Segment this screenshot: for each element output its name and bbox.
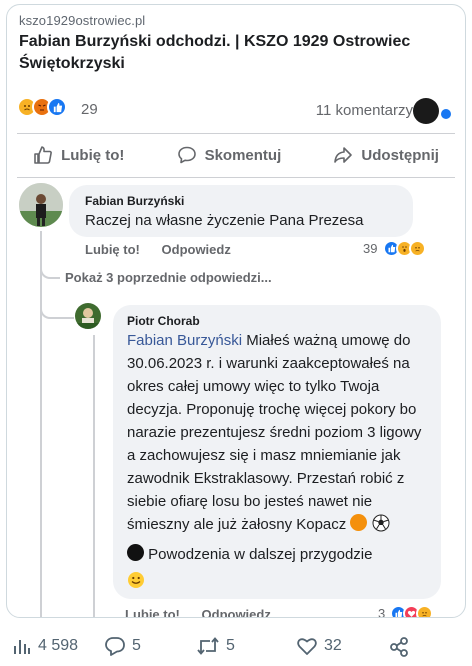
share-arrow-icon	[334, 147, 353, 163]
chevron-down-icon[interactable]	[441, 109, 451, 119]
post-actions: Lubię to! Skomentuj Udostępnij	[7, 137, 465, 173]
comment-body-2: Powodzenia w dalszej przygodzie	[127, 543, 427, 566]
comment-like-button[interactable]: Lubię to!	[125, 607, 180, 617]
like-count: 32	[324, 637, 342, 654]
avatar[interactable]	[75, 303, 101, 329]
facebook-post-screenshot: kszo1929ostrowiec.pl Fabian Burzyński od…	[6, 4, 466, 618]
like-reaction-icon	[47, 97, 67, 117]
divider	[17, 133, 455, 134]
bar-chart-icon	[14, 640, 30, 654]
avatar[interactable]	[19, 183, 63, 227]
thread-line	[40, 231, 42, 617]
viewer-avatar[interactable]	[413, 98, 439, 124]
comment-body: Fabian Burzyński Miałeś ważną umowę do 3…	[127, 329, 427, 539]
sad-reaction-icon	[409, 240, 427, 257]
reply-bubble-icon	[105, 637, 125, 656]
repost-stat[interactable]: 5	[196, 636, 235, 656]
comment-reactions[interactable]: 3	[378, 605, 434, 618]
repost-icon	[197, 637, 219, 655]
comments-count[interactable]: 11 komentarzy	[316, 102, 413, 119]
share-stat[interactable]	[388, 636, 416, 658]
reaction-icons[interactable]	[17, 97, 67, 117]
like-button[interactable]: Lubię to!	[33, 145, 124, 165]
comment-text: Raczej na własne życzenie Pana Prezesa	[85, 212, 364, 229]
share-icon	[390, 637, 408, 657]
thread-connector	[40, 303, 74, 319]
comment-author[interactable]: Piotr Chorab	[127, 314, 200, 328]
comment-bubble: Fabian Burzyński Raczej na własne życzen…	[69, 185, 413, 237]
sad-reaction-icon	[416, 605, 434, 617]
share-button[interactable]: Udostępnij	[333, 145, 439, 165]
heart-icon	[297, 638, 317, 655]
link-title[interactable]: Fabian Burzyński odchodzi. | KSZO 1929 O…	[19, 31, 449, 75]
smiley-emoji	[127, 571, 145, 594]
soccer-ball-emoji	[372, 514, 390, 539]
reply-count: 5	[132, 637, 141, 654]
link-preview[interactable]: kszo1929ostrowiec.pl Fabian Burzyński od…	[7, 5, 465, 75]
comment-actions: Lubię to! Odpowiedz	[85, 242, 249, 257]
repost-count: 5	[226, 637, 235, 654]
comment-icon	[177, 146, 196, 164]
mention-link[interactable]: Fabian Burzyński	[127, 332, 242, 349]
share-label: Udostępnij	[361, 146, 439, 164]
show-previous-replies-link[interactable]: Pokaż 3 poprzednie odpowiedzi...	[65, 270, 272, 285]
reaction-summary: 29 11 komentarzy	[7, 95, 465, 127]
comment-actions: Lubię to! Odpowiedz	[125, 607, 289, 617]
comment-text: Miałeś ważną umowę do 30.06.2023 r. i wa…	[127, 332, 422, 533]
comment-label: Skomentuj	[204, 146, 282, 164]
like-label: Lubię to!	[61, 146, 125, 164]
comment-reaction-count: 3	[378, 606, 386, 618]
orange-circle-emoji	[350, 514, 368, 531]
comment-reply-button[interactable]: Odpowiedz	[202, 607, 271, 617]
comment-reactions[interactable]: 39	[363, 240, 427, 257]
black-circle-emoji	[127, 544, 144, 561]
link-domain: kszo1929ostrowiec.pl	[19, 13, 146, 28]
reply-stat[interactable]: 5	[104, 636, 141, 656]
comment-bubble: Piotr Chorab Fabian Burzyński Miałeś waż…	[113, 305, 441, 599]
divider	[17, 177, 455, 178]
thread-connector	[40, 265, 60, 279]
views-count: 4 598	[38, 637, 79, 654]
thumbs-up-icon	[34, 146, 52, 164]
comment-reply-button[interactable]: Odpowiedz	[162, 242, 231, 257]
views-stat[interactable]: 4 598	[12, 636, 78, 656]
comment-author[interactable]: Fabian Burzyński	[85, 194, 184, 208]
comment-reaction-count: 39	[363, 241, 378, 256]
comment-like-button[interactable]: Lubię to!	[85, 242, 140, 257]
reaction-count[interactable]: 29	[81, 101, 98, 118]
comment-text-2: Powodzenia w dalszej przygodzie	[148, 546, 373, 563]
comment-button[interactable]: Skomentuj	[177, 145, 282, 165]
like-stat[interactable]: 32	[296, 636, 342, 656]
thread-line	[93, 335, 95, 617]
tweet-stats-bar: 4 598 5 5 32	[0, 630, 472, 662]
